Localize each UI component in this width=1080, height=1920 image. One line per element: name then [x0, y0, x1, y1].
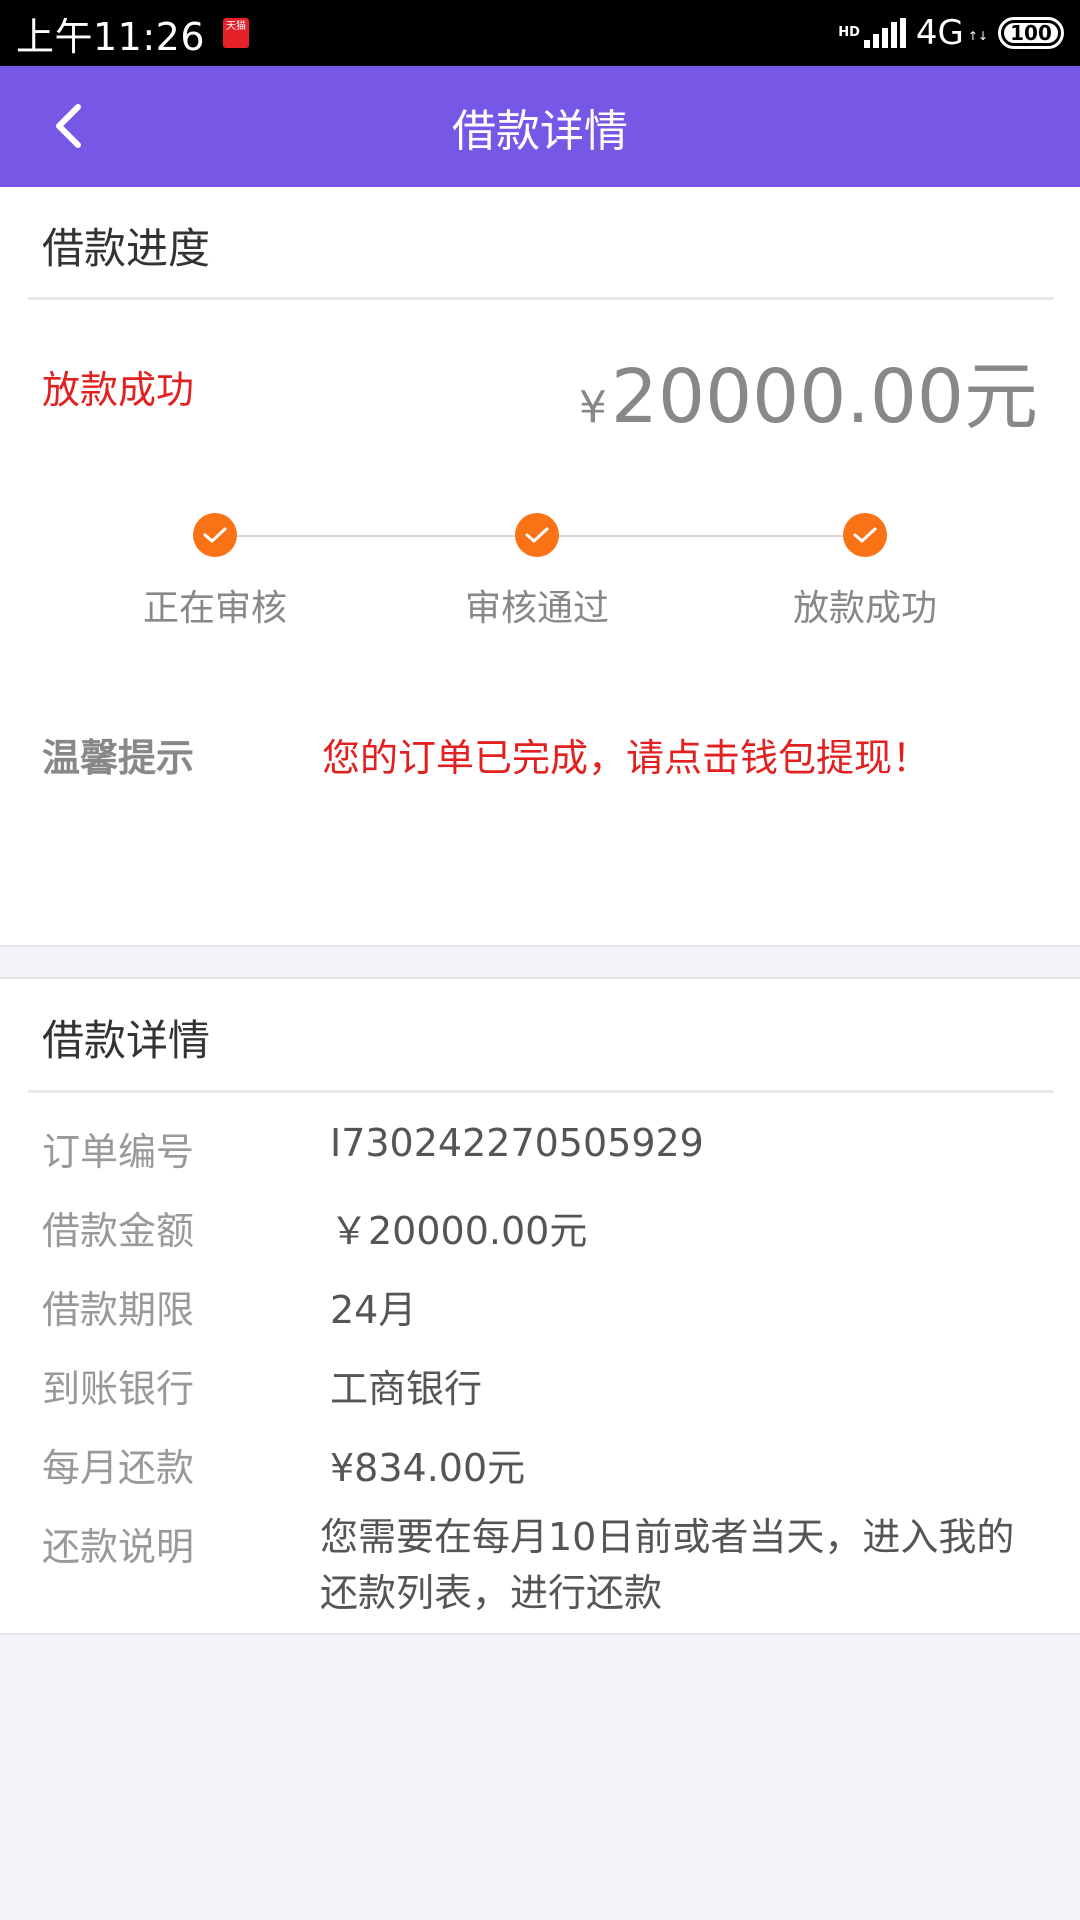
- detail-value: 工商银行: [330, 1367, 483, 1411]
- tip-message: 您的订单已完成，请点击钱包提现！: [322, 736, 931, 780]
- data-activity-icon: ↑↓: [967, 29, 988, 43]
- progress-step: 正在审核: [115, 513, 315, 631]
- divider: [28, 1090, 1054, 1093]
- battery-icon: 100: [998, 17, 1064, 49]
- detail-label: 每月还款: [42, 1446, 195, 1490]
- progress-step: 放款成功: [765, 513, 965, 631]
- chevron-left-icon: [56, 104, 81, 148]
- detail-label: 订单编号: [42, 1130, 195, 1174]
- detail-label: 借款期限: [42, 1288, 195, 1332]
- details-section-title: 借款详情: [42, 1016, 211, 1065]
- battery-level: 100: [1004, 21, 1058, 45]
- detail-value: ￥20000.00元: [330, 1209, 588, 1253]
- back-button[interactable]: [38, 96, 98, 156]
- detail-value: I730242270505929: [330, 1121, 704, 1165]
- checkmark-icon: [515, 513, 559, 557]
- currency-symbol: ¥: [578, 382, 607, 433]
- status-time: 上午11:26: [16, 14, 206, 59]
- step-label: 正在审核: [142, 588, 287, 629]
- step-label: 放款成功: [792, 588, 937, 629]
- loan-progress-card: 借款进度 放款成功 ¥ 20000.00元 正在审核 审核通过 放款成功 温馨提…: [0, 187, 1080, 947]
- checkmark-icon: [193, 513, 237, 557]
- detail-value: 24月: [330, 1288, 417, 1332]
- loan-amount: ¥ 20000.00元: [579, 337, 1038, 444]
- detail-label: 到账银行: [42, 1367, 195, 1411]
- app-header: 借款详情: [0, 66, 1080, 187]
- signal-icon: [863, 18, 906, 48]
- loan-status-text: 放款成功: [42, 368, 195, 412]
- loan-details-card: 借款详情 订单编号 I730242270505929 借款金额 ￥20000.0…: [0, 977, 1080, 1635]
- detail-value: ¥834.00元: [330, 1446, 526, 1490]
- status-right: HD 4G ↑↓ 100: [838, 13, 1064, 53]
- checkmark-icon: [843, 513, 887, 557]
- detail-value: 您需要在每月10日前或者当天，进入我的还款列表，进行还款: [320, 1515, 1015, 1615]
- step-label: 审核通过: [464, 588, 609, 629]
- progress-step: 审核通过: [437, 513, 637, 631]
- tip-label: 温馨提示: [42, 736, 195, 780]
- detail-label: 借款金额: [42, 1209, 195, 1253]
- network-type: 4G: [915, 13, 964, 53]
- status-left: 上午11:26 天猫: [16, 6, 250, 61]
- detail-label: 还款说明: [42, 1525, 195, 1569]
- tmall-notification-icon: 天猫: [223, 18, 250, 48]
- hd-icon: HD: [838, 25, 860, 40]
- divider: [28, 297, 1054, 300]
- loan-amount-value: 20000.00元: [610, 354, 1038, 440]
- page-title: 借款详情: [452, 105, 628, 157]
- progress-section-title: 借款进度: [42, 224, 211, 273]
- status-bar: 上午11:26 天猫 HD 4G ↑↓ 100: [0, 0, 1080, 66]
